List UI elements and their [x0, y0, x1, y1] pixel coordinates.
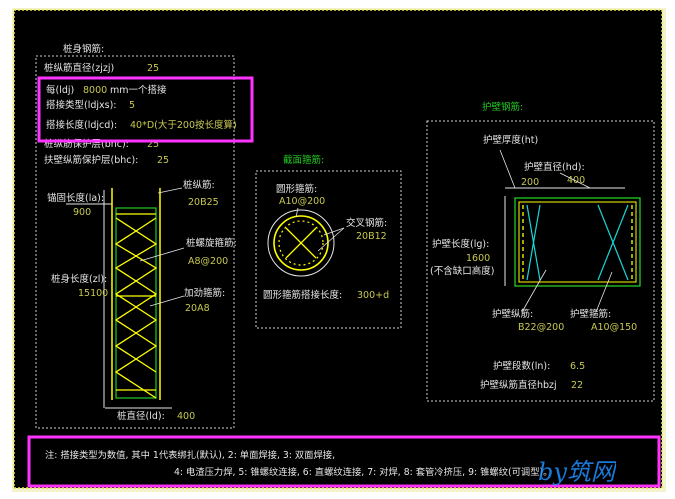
ring-label: 圆形箍筋: — [276, 183, 317, 195]
wall-cover-value: 25 — [157, 155, 169, 166]
lap-every-suffix: mm一个搭接 — [110, 84, 167, 96]
canvas-frame — [13, 9, 663, 489]
wall-segments-value: 6.5 — [570, 361, 585, 372]
anchor-label: 锚固长度(la): — [47, 192, 104, 204]
pile-dia-label: 桩直径(ld): — [117, 410, 165, 422]
wall-segments-label: 护壁段数(ln): — [493, 360, 550, 372]
wall-long-label: 护壁纵筋: — [492, 308, 533, 320]
wall-hoop-value: A10@150 — [591, 322, 637, 333]
wall-thick-label: 护壁厚度(ht) — [483, 134, 538, 146]
anchor-value: 900 — [73, 207, 91, 218]
wall-dia-label: 护壁直径(hd): — [524, 161, 585, 173]
note-line-2: 4: 电渣压力焊, 5: 锥螺纹连接, 6: 直螺纹连接, 7: 对焊, 8: … — [174, 466, 552, 478]
stiff-label: 加劲箍筋: — [184, 287, 225, 299]
watermark-text: by筑网 — [538, 458, 616, 486]
wall-len-value: 1600 — [466, 253, 490, 264]
cross-value: 20B12 — [356, 231, 387, 242]
wall-cover-label: 扶壁纵筋保护层(bhc): — [44, 154, 138, 166]
lap-type-label: 搭接类型(ldjxs): — [46, 99, 117, 111]
note-line-1: 注: 搭接类型为数值, 其中 1代表绑扎(默认), 2: 单面焊接, 3: 双面… — [45, 449, 335, 461]
pile-body-title: 桩身钢筋: — [63, 43, 104, 55]
stiff-value: 20A8 — [185, 303, 210, 314]
wall-title: 护壁钢筋: — [482, 101, 523, 113]
wall-long-dia-label: 护壁纵筋直径hbzj — [480, 379, 557, 391]
cross-label: 交叉钢筋: — [346, 217, 387, 229]
lap-every-value: 8000 — [83, 85, 107, 96]
lap-type-value: 5 — [129, 100, 135, 111]
main-dia-value: 25 — [147, 63, 159, 74]
pile-dia-value: 400 — [177, 411, 195, 422]
wall-long-value: B22@200 — [518, 322, 564, 333]
section-title: 截面箍筋: — [283, 154, 324, 166]
ring-value: A10@200 — [279, 196, 325, 207]
long-bar-value: 20B25 — [188, 197, 219, 208]
wall-len-label: 护壁长度(lg): — [432, 238, 489, 250]
watermark-logo: by筑网 — [536, 452, 618, 492]
wall-hoop-label: 护壁箍筋: — [570, 308, 611, 320]
spiral-value: A8@200 — [188, 256, 228, 267]
long-bar-label: 桩纵筋: — [183, 179, 215, 191]
lap-every-label: 每(ldj) — [46, 84, 74, 96]
lap-length-value: 40*D(大于200按长度算) — [130, 119, 237, 131]
ring-lap-value: 300+d — [357, 290, 389, 301]
pile-length-value: 15100 — [78, 288, 108, 299]
spiral-label: 桩螺旋箍筋: — [186, 237, 237, 249]
drawing-canvas: 桩身钢筋: 桩纵筋直径(zjzj) 25 每(ldj) 8000 mm一个搭接 … — [0, 0, 675, 499]
pile-length-label: 桩身长度(zl): — [51, 273, 107, 285]
main-dia-label: 桩纵筋直径(zjzj) — [44, 62, 114, 74]
wall-long-dia-value: 22 — [571, 380, 583, 391]
wall-thick-value: 200 — [521, 177, 539, 188]
lap-length-label: 搭接长度(ldjcd): — [46, 119, 117, 131]
ring-lap-label: 圆形箍筋搭接长度: — [263, 289, 342, 301]
wall-len-note: (不含缺口高度) — [430, 265, 494, 277]
watermark-logo-mark: by筑网 — [538, 458, 618, 486]
